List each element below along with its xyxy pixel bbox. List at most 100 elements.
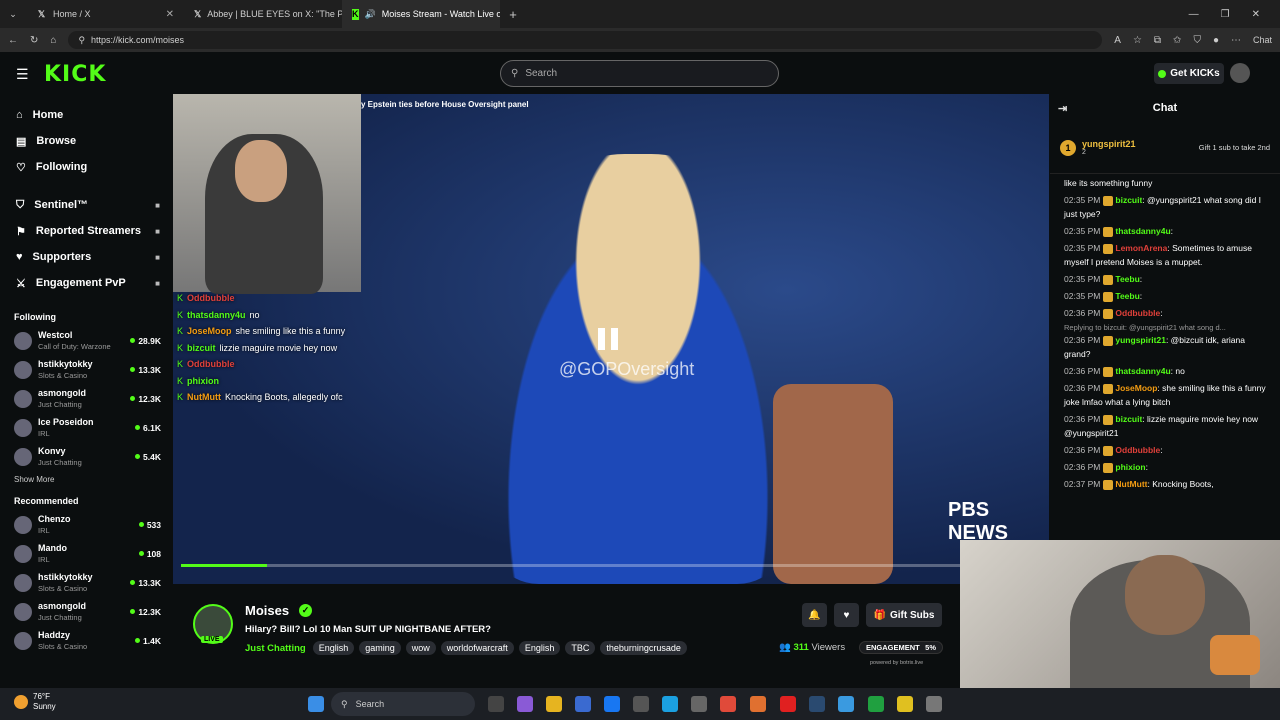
get-kicks-button[interactable]: Get KICKs (1154, 63, 1224, 84)
pause-icon[interactable] (598, 328, 620, 354)
following-channel[interactable]: hstikkytokky Slots & Casino 13.3K (0, 355, 172, 384)
chat-message[interactable]: 02:35 PM thatsdanny4u: (1050, 224, 1280, 238)
video-progress-bar[interactable] (181, 564, 1041, 567)
chat-username[interactable]: Oddbubble (1115, 445, 1160, 455)
nav-sentinel[interactable]: ⛉ Sentinel™ ■ (0, 192, 172, 218)
app-icon[interactable] (838, 696, 854, 712)
chat-username[interactable]: bizcuit (1115, 195, 1142, 205)
following-channel[interactable]: asmongold Just Chatting 12.3K (0, 384, 172, 413)
chat-message[interactable]: 02:36 PM bizcuit: lizzie maguire movie he… (1050, 412, 1280, 440)
chat-message[interactable]: 02:35 PM bizcuit: @yungspirit21 what song… (1050, 193, 1280, 221)
vlc-icon[interactable] (750, 696, 766, 712)
chat-username[interactable]: Oddbubble (1115, 308, 1160, 318)
chat-username[interactable]: thatsdanny4u (1115, 366, 1170, 376)
nav-reported-streamers[interactable]: ⚑ Reported Streamers ■ (0, 218, 172, 244)
tag-chip[interactable]: theburningcrusade (600, 641, 687, 655)
chat-username[interactable]: bizcuit (1115, 414, 1142, 424)
read-aloud-icon[interactable]: A (1114, 35, 1121, 46)
tag-chip[interactable]: TBC (565, 641, 596, 655)
url-field[interactable]: ⚲ https://kick.com/moises (68, 31, 1103, 49)
tag-chip[interactable]: English (518, 641, 561, 655)
file-explorer-icon[interactable] (546, 696, 562, 712)
chat-username[interactable]: phixion (1115, 462, 1145, 472)
recommended-channel[interactable]: asmongold Just Chatting 12.3K (0, 597, 172, 626)
chat-message[interactable]: like its something funny (1050, 176, 1280, 190)
refresh-icon[interactable]: ↻ (30, 35, 38, 46)
chat-message[interactable]: 02:36 PM Oddbubble: (1050, 443, 1280, 457)
home-icon[interactable]: ⌂ (50, 35, 56, 46)
menu-icon[interactable]: ☰ (16, 66, 29, 83)
tag-chip[interactable]: worldofwarcraft (440, 641, 514, 655)
nav-home[interactable]: ⌂ Home (0, 102, 172, 128)
tag-chip[interactable]: wow (405, 641, 436, 655)
site-info-icon[interactable]: ⚲ (78, 35, 85, 46)
browser-tab[interactable]: 𝕏 Home / X ✕ (26, 0, 184, 28)
taskbar-search[interactable]: ⚲ Search (331, 692, 475, 716)
profile-icon[interactable]: ● (1213, 35, 1219, 46)
following-channel[interactable]: Konvy Just Chatting 5.4K (0, 442, 172, 471)
facebook-icon[interactable] (604, 696, 620, 712)
user-avatar[interactable] (1230, 63, 1250, 83)
chat-username[interactable]: JoseMoop (1115, 383, 1157, 393)
chat-message[interactable]: 02:35 PM Teebu: (1050, 289, 1280, 303)
chat-username[interactable]: thatsdanny4u (1115, 226, 1170, 236)
chat-message[interactable]: 02:36 PM thatsdanny4u: no (1050, 364, 1280, 378)
speaker-icon[interactable]: 🔊 (365, 9, 376, 20)
xbox-icon[interactable] (868, 696, 884, 712)
video-player[interactable]: y Epstein ties before House Oversight pa… (173, 94, 1049, 584)
minimize-icon[interactable]: — (1189, 9, 1199, 20)
chat-username[interactable]: LemonArena (1115, 243, 1167, 253)
show-more-button[interactable]: Show More (0, 475, 172, 484)
tab-actions-icon[interactable]: ⌄ (0, 9, 26, 20)
recommended-channel[interactable]: Mando IRL 108 (0, 539, 172, 568)
browser-tab[interactable]: 𝕏 Abbey | BLUE EYES on X: "The Pizz ✕ (184, 0, 342, 28)
nav-browse[interactable]: ▤ Browse (0, 128, 172, 154)
youtube-icon[interactable] (780, 696, 796, 712)
recommended-channel[interactable]: Haddzy Slots & Casino 1.4K (0, 626, 172, 655)
favorite-icon[interactable]: ☆ (1133, 35, 1142, 46)
restore-icon[interactable]: ❐ (1221, 9, 1230, 20)
gift-subs-button[interactable]: 🎁 Gift Subs (866, 603, 942, 627)
close-window-icon[interactable]: ✕ (1252, 9, 1260, 20)
settings-icon[interactable] (926, 696, 942, 712)
following-channel[interactable]: Westcol Call of Duty: Warzone 28.9K (0, 326, 172, 355)
weather-widget[interactable]: 76°F Sunny (14, 692, 56, 712)
follow-button[interactable]: ♥ (834, 603, 859, 627)
chat-message[interactable]: 02:36 PM Oddbubble: (1050, 306, 1280, 320)
category-link[interactable]: Just Chatting (245, 643, 306, 654)
copilot-chat-button[interactable]: Chat (1253, 35, 1272, 45)
tag-chip[interactable]: gaming (359, 641, 401, 655)
close-icon[interactable]: ✕ (166, 9, 174, 20)
reply-context[interactable]: Replying to bizcuit: @yungspirit21 what … (1050, 323, 1280, 332)
nav-engagement-pvp[interactable]: ⚔ Engagement PvP ■ (0, 270, 172, 296)
search-input[interactable]: ⚲ Search (500, 60, 779, 87)
chat-username[interactable]: yungspirit21 (1115, 335, 1166, 345)
extensions-icon[interactable]: ⧉ (1154, 35, 1161, 46)
shield-icon[interactable]: ⛉ (1193, 35, 1201, 46)
nav-supporters[interactable]: ♥ Supporters ■ (0, 244, 172, 270)
chat-message[interactable]: 02:36 PM phixion: (1050, 460, 1280, 474)
calculator-icon[interactable] (691, 696, 707, 712)
start-icon[interactable] (308, 696, 324, 712)
chat-username[interactable]: Teebu (1115, 274, 1139, 284)
chat-message[interactable]: 02:36 PM JoseMoop: she smiling like this … (1050, 381, 1280, 409)
steam-icon[interactable] (809, 696, 825, 712)
kick-logo[interactable]: KICK (44, 62, 106, 87)
chat-username[interactable]: Teebu (1115, 291, 1139, 301)
task-view-icon[interactable] (488, 696, 504, 712)
back-icon[interactable]: ← (8, 35, 18, 46)
chat-message[interactable]: 02:37 PM NutMutt: Knocking Boots, (1050, 477, 1280, 491)
edge-icon[interactable] (662, 696, 678, 712)
recommended-channel[interactable]: hstikkytokky Slots & Casino 13.3K (0, 568, 172, 597)
browser-tab-active[interactable]: K 🔊 Moises Stream - Watch Live o ✕ (342, 0, 500, 28)
top-gifter-banner[interactable]: 1 yungspirit21 2 Gift 1 sub to take 2nd (1050, 122, 1280, 174)
notes-icon[interactable] (897, 696, 913, 712)
following-channel[interactable]: Ice Poseidon IRL 6.1K (0, 413, 172, 442)
new-tab-button[interactable]: + (500, 7, 526, 22)
nav-following[interactable]: ♡ Following (0, 154, 172, 180)
recommended-channel[interactable]: Chenzo IRL 533 (0, 510, 172, 539)
chat-message[interactable]: 02:35 PM LemonArena: Sometimes to amuse m… (1050, 241, 1280, 269)
notification-bell-button[interactable]: 🔔 (802, 603, 827, 627)
chat-message[interactable]: 02:36 PM yungspirit21: @bizcuit idk, aria… (1050, 333, 1280, 361)
chrome-icon[interactable] (720, 696, 736, 712)
